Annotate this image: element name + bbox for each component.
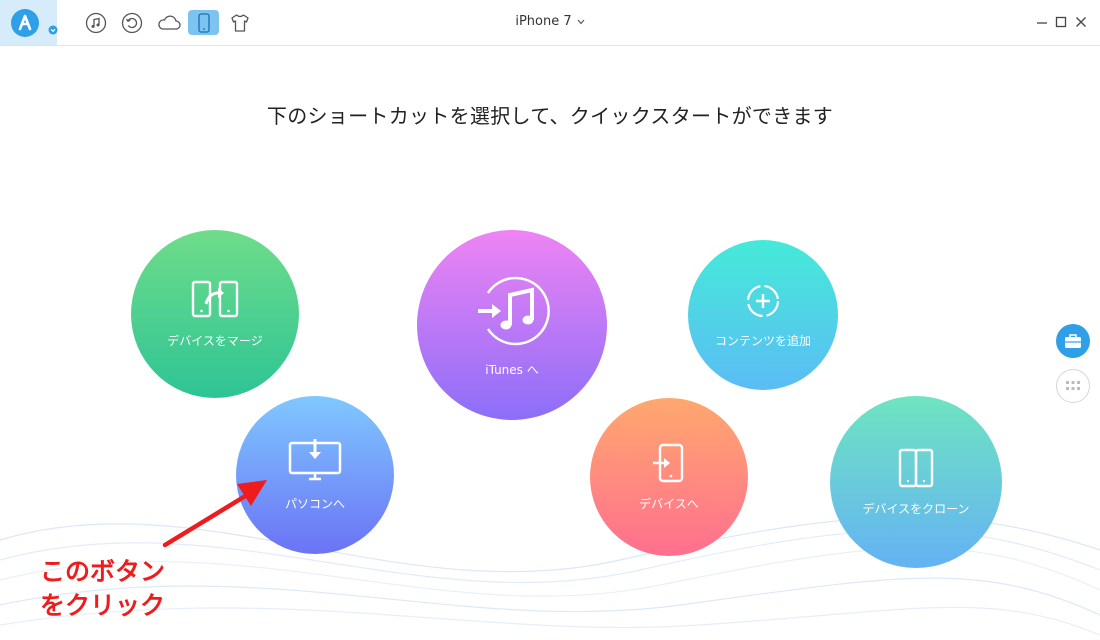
music-icon[interactable] — [84, 11, 108, 35]
page-title: 下のショートカットを選択して、クイックスタートができます — [266, 104, 834, 128]
maximize-icon[interactable] — [1053, 14, 1069, 30]
toolbox-button[interactable] — [1056, 324, 1090, 358]
clone-device-label: デバイスをクローン — [862, 501, 970, 516]
app-logo-icon[interactable] — [11, 9, 39, 37]
logo-dropdown-icon[interactable] — [48, 20, 58, 35]
merge-icon — [191, 280, 239, 317]
to-itunes-label: iTunes へ — [485, 362, 539, 377]
clone-icon — [898, 448, 934, 487]
apps-grid-icon — [1066, 381, 1080, 390]
toolbox-icon — [1065, 334, 1081, 348]
annotation-line-2: をクリック — [40, 591, 166, 620]
annotation-line-1: このボタン — [40, 557, 166, 586]
to-device-icon — [653, 443, 684, 482]
add-content-icon — [746, 284, 780, 317]
annotation-arrow — [162, 480, 267, 548]
itunes-icon — [478, 276, 550, 345]
close-icon[interactable] — [1073, 14, 1089, 30]
phone-icon[interactable] — [188, 10, 219, 35]
top-toolbar: iPhone 7 — [0, 0, 1100, 46]
to-device-label: デバイスへ — [639, 496, 699, 511]
merge-devices-label: デバイスをマージ — [167, 333, 263, 348]
minimize-icon[interactable] — [1034, 14, 1050, 30]
clone-device-button[interactable]: デバイスをクローン — [830, 396, 1002, 568]
apps-grid-button[interactable] — [1056, 369, 1090, 403]
chevron-down-icon — [577, 19, 585, 24]
to-pc-label: パソコンへ — [284, 496, 345, 511]
annotation-text: このボタン をクリック — [40, 555, 165, 623]
add-content-label: コンテンツを追加 — [714, 333, 811, 348]
history-icon[interactable] — [120, 11, 144, 35]
app-menu[interactable] — [0, 0, 58, 45]
cloud-icon[interactable] — [155, 11, 183, 35]
to-itunes-button[interactable]: iTunes へ — [417, 230, 607, 420]
add-content-button[interactable]: コンテンツを追加 — [688, 240, 838, 390]
to-pc-icon — [288, 438, 342, 480]
tshirt-icon[interactable] — [228, 11, 252, 35]
merge-devices-button[interactable]: デバイスをマージ — [131, 230, 299, 398]
device-name-label: iPhone 7 — [515, 14, 572, 29]
to-device-button[interactable]: デバイスへ — [590, 398, 748, 556]
device-selector[interactable]: iPhone 7 — [500, 14, 600, 29]
